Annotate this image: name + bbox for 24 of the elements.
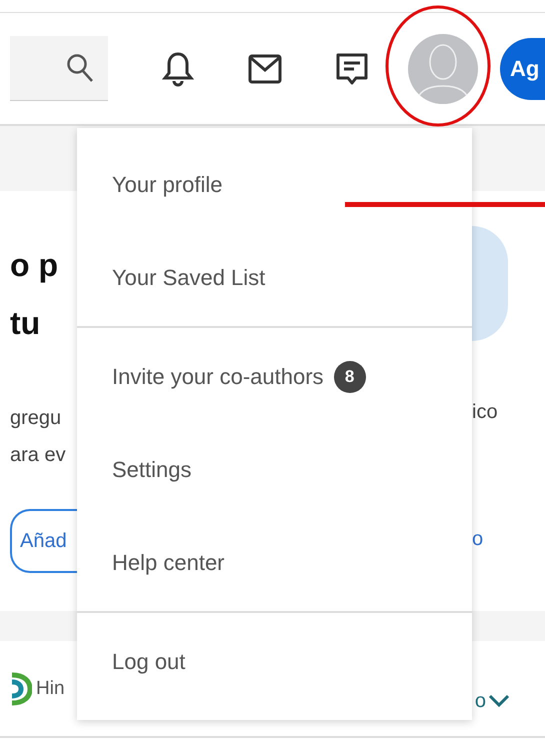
body-text: gregu [10, 406, 62, 431]
menu-item[interactable]: Help center [77, 516, 472, 609]
search-field[interactable] [10, 36, 108, 101]
action-button[interactable]: Ag [500, 38, 545, 100]
menu-item[interactable]: Log out [77, 615, 472, 708]
chevron-down-icon[interactable] [488, 694, 510, 708]
count-badge: 8 [334, 360, 366, 392]
menu-item[interactable]: Your Saved List [77, 231, 472, 324]
headline-text: tu [10, 304, 42, 343]
menu-item[interactable]: Your profile [77, 138, 472, 231]
headline-text: o p [10, 246, 59, 285]
body-text: ico [472, 401, 499, 424]
brand-name: Hin [36, 678, 65, 700]
dropdown-text[interactable]: o [474, 690, 486, 712]
bell-icon[interactable] [162, 50, 194, 86]
chat-icon[interactable] [335, 52, 369, 86]
search-icon [66, 53, 94, 83]
body-text: ara ev [10, 443, 67, 468]
brand-logo-icon [10, 672, 32, 706]
menu-item[interactable]: Invite your co-authors 8 [77, 330, 472, 423]
add-button[interactable]: Añad [10, 509, 77, 573]
menu-item[interactable]: Settings [77, 423, 472, 516]
mail-icon[interactable] [248, 54, 282, 84]
link-text[interactable]: o [472, 528, 545, 551]
